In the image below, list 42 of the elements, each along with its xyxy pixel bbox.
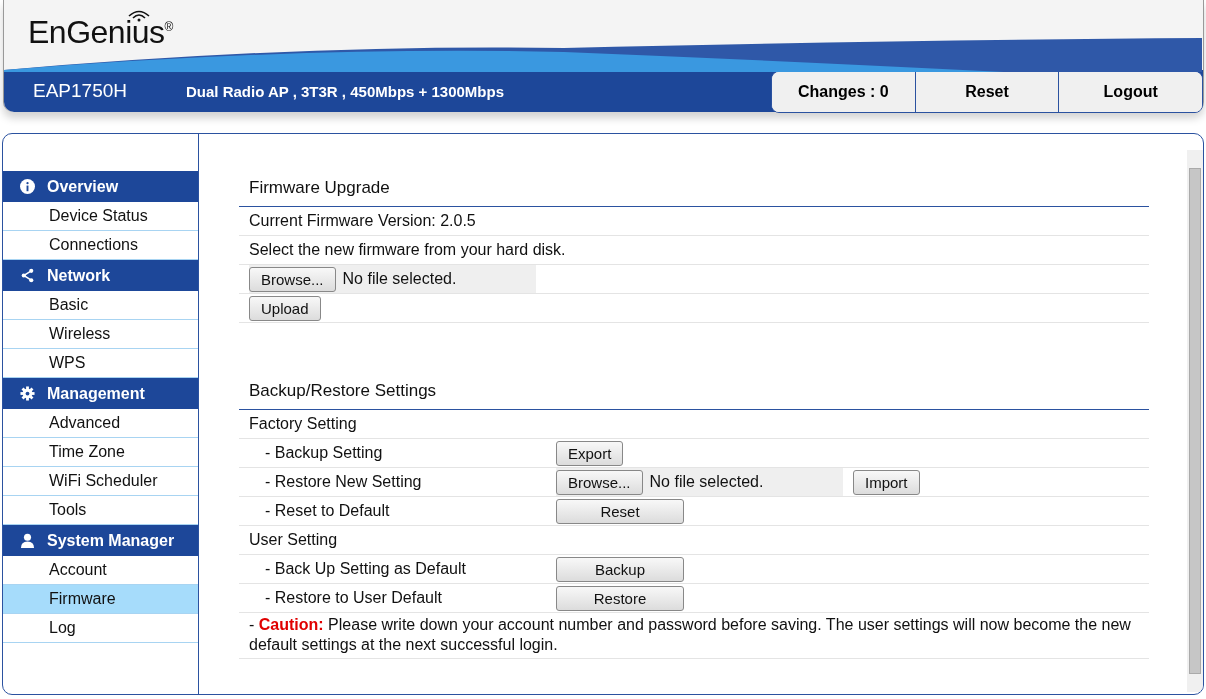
menu-group-label: Management bbox=[47, 384, 145, 403]
group-heading: Factory Setting bbox=[249, 415, 357, 433]
file-input[interactable]: Browse... No file selected. bbox=[249, 265, 536, 293]
file-status: No file selected. bbox=[649, 473, 764, 491]
device-description: Dual Radio AP , 3T3R , 450Mbps + 1300Mbps bbox=[186, 82, 506, 100]
setting-label: - Reset to Default bbox=[264, 502, 391, 520]
menu-group-header[interactable]: Management bbox=[3, 378, 198, 409]
menu-group-label: Overview bbox=[47, 177, 119, 196]
action-button[interactable]: Backup bbox=[556, 556, 684, 582]
file-status: No file selected. bbox=[342, 270, 457, 288]
menu-group-header[interactable]: Network bbox=[3, 260, 198, 291]
settings-icon bbox=[20, 386, 35, 401]
action-button[interactable]: Export bbox=[556, 440, 624, 466]
scrollbar-thumb[interactable] bbox=[1189, 168, 1201, 674]
section-title: Backup/Restore Settings bbox=[239, 377, 1149, 410]
menu-group-header[interactable]: System Manager bbox=[3, 525, 198, 556]
section-title: Firmware Upgrade bbox=[239, 174, 1149, 207]
browse-button[interactable]: Browse... bbox=[249, 266, 336, 292]
caution-text: - Caution: Please write down your account number and password before saving. The user settings will now become the new default settings at the next successful login. bbox=[239, 613, 1149, 659]
setting-label: - Restore to User Default bbox=[264, 589, 443, 607]
share-icon bbox=[20, 268, 35, 283]
setting-label: - Restore New Setting bbox=[264, 473, 423, 491]
menu-item[interactable]: Firmware bbox=[3, 585, 198, 614]
menu-group-label: System Manager bbox=[47, 531, 175, 550]
file-input[interactable]: Browse... No file selected. bbox=[556, 468, 843, 496]
header-button[interactable]: Logout bbox=[1058, 72, 1202, 112]
action-button[interactable]: Reset bbox=[556, 498, 684, 524]
browse-button[interactable]: Browse... bbox=[556, 469, 643, 495]
setting-label: - Back Up Setting as Default bbox=[264, 560, 467, 578]
action-button[interactable]: Restore bbox=[556, 585, 684, 611]
user-icon bbox=[20, 533, 35, 548]
info-icon bbox=[20, 179, 35, 194]
menu-group-header[interactable]: Overview bbox=[3, 171, 198, 202]
model-name: EAP1750H bbox=[33, 80, 128, 102]
instruction-text: Select the new firmware from your hard disk. bbox=[249, 241, 566, 259]
group-heading: User Setting bbox=[249, 531, 338, 549]
menu-group-label: Network bbox=[47, 266, 111, 285]
firmware-version: Current Firmware Version: 2.0.5 bbox=[249, 212, 476, 230]
action-button[interactable]: Import bbox=[853, 469, 920, 495]
scrollbar[interactable] bbox=[1187, 150, 1203, 692]
setting-label: - Backup Setting bbox=[264, 444, 384, 462]
upload-button[interactable]: Upload bbox=[249, 295, 321, 321]
